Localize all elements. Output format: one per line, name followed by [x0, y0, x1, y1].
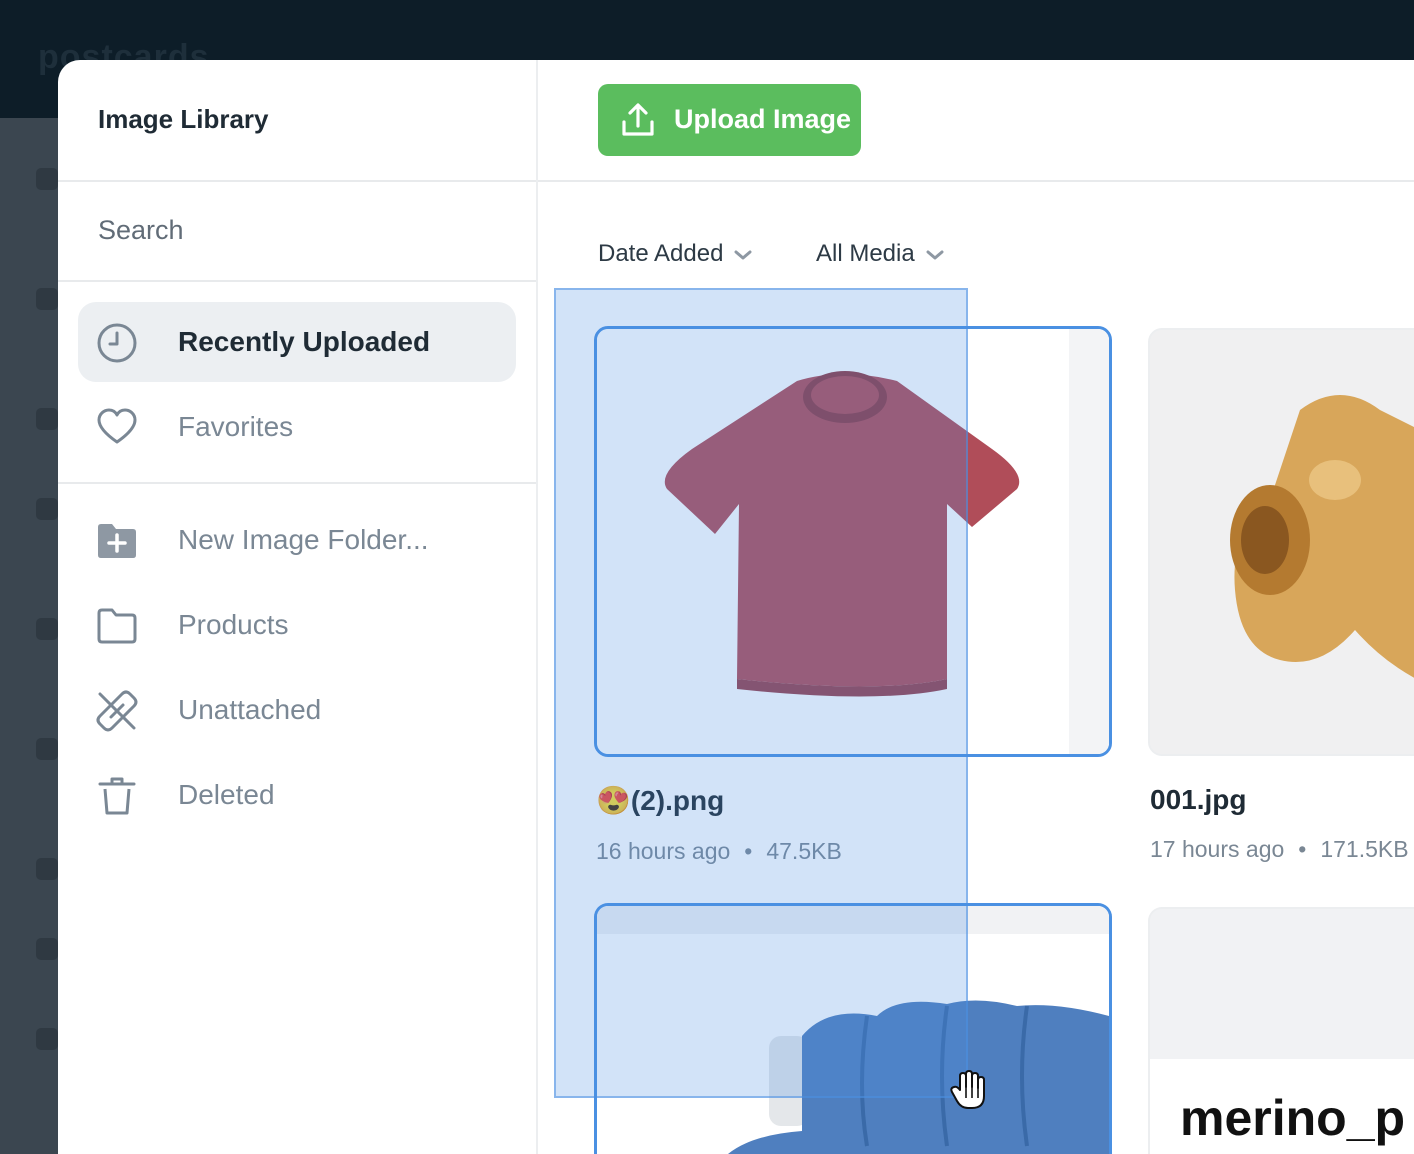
nav-item-label: Recently Uploaded	[178, 326, 431, 357]
nav-item-new-folder[interactable]: New Image Folder...	[78, 500, 516, 580]
background-app-sidebar	[0, 118, 60, 1154]
divider	[58, 280, 536, 282]
image-thumbnail	[1148, 328, 1414, 756]
image-card[interactable]: merino_p	[1148, 907, 1414, 1154]
upload-image-button[interactable]: Upload Image	[598, 84, 861, 156]
upload-icon	[622, 103, 654, 136]
divider	[58, 482, 536, 484]
clock-icon	[97, 323, 137, 363]
thumbnail-text: merino_p	[1180, 1090, 1406, 1146]
nav-item-products[interactable]: Products	[78, 585, 516, 665]
background-icon	[36, 288, 58, 310]
chevron-down-icon	[926, 250, 944, 260]
heart-icon	[97, 408, 137, 444]
divider	[538, 180, 1414, 182]
image-thumbnail	[594, 326, 1112, 757]
blue-pillow-image	[597, 906, 1109, 1154]
nav-item-favorites[interactable]: Favorites	[78, 387, 516, 467]
modal-title: Image Library	[98, 104, 269, 134]
background-icon	[36, 168, 58, 190]
nav-item-label: Unattached	[178, 694, 322, 725]
nav-item-deleted[interactable]: Deleted	[78, 755, 516, 835]
unlink-icon	[96, 690, 138, 732]
trash-icon	[98, 777, 136, 815]
chevron-down-icon	[734, 250, 752, 260]
sort-dropdown[interactable]: Date Added	[598, 240, 753, 268]
folder-icon	[97, 608, 137, 644]
search-input[interactable]	[98, 210, 518, 250]
image-upload-time: 16 hours ago	[596, 838, 731, 864]
image-meta: 17 hours ago • 171.5KB	[1150, 836, 1409, 863]
tshirt-image	[597, 329, 1109, 754]
library-content: Upload Image Date Added All Media 😍(2).p…	[538, 60, 1414, 1154]
image-card[interactable]: 😍(2).png 16 hours ago • 47.5KB	[594, 326, 1112, 886]
nav-item-label: Deleted	[178, 779, 275, 810]
nav-item-label: Products	[178, 609, 289, 640]
nav-item-unattached[interactable]: Unattached	[78, 670, 516, 750]
nav-item-label: New Image Folder...	[178, 524, 429, 555]
image-thumbnail	[594, 903, 1112, 1154]
image-upload-time: 17 hours ago	[1150, 836, 1285, 862]
image-filename: 001.jpg	[1150, 784, 1247, 815]
divider	[58, 180, 536, 182]
background-icon	[36, 858, 58, 880]
abstract-shape-image	[1150, 330, 1414, 754]
background-icon	[36, 498, 58, 520]
meta-separator: •	[744, 838, 753, 864]
folder-add-icon	[98, 524, 136, 558]
background-icon	[36, 1028, 58, 1050]
media-filter-label: All Media	[816, 240, 915, 267]
background-icon	[36, 938, 58, 960]
thumbnail-header-band	[1150, 909, 1414, 1059]
image-filename: 😍(2).png	[596, 785, 725, 816]
background-icon	[36, 618, 58, 640]
nav-item-label: Favorites	[178, 411, 294, 442]
image-card[interactable]	[594, 903, 1112, 1154]
image-card[interactable]: 001.jpg 17 hours ago • 171.5KB	[1148, 328, 1414, 888]
upload-button-label: Upload Image	[674, 104, 852, 134]
sort-dropdown-label: Date Added	[598, 240, 724, 267]
image-meta: 16 hours ago • 47.5KB	[596, 838, 842, 865]
background-icon	[36, 408, 58, 430]
media-filter-dropdown[interactable]: All Media	[816, 240, 945, 268]
meta-separator: •	[1298, 836, 1307, 862]
image-thumbnail: merino_p	[1148, 907, 1414, 1154]
image-library-modal: Image Library Recently Uploaded Favorite…	[58, 60, 1414, 1154]
library-sidebar: Image Library Recently Uploaded Favorite…	[58, 60, 538, 1154]
image-file-size: 47.5KB	[766, 838, 842, 864]
image-file-size: 171.5KB	[1320, 836, 1409, 862]
background-icon	[36, 738, 58, 760]
nav-item-recently-uploaded[interactable]: Recently Uploaded	[78, 302, 516, 382]
